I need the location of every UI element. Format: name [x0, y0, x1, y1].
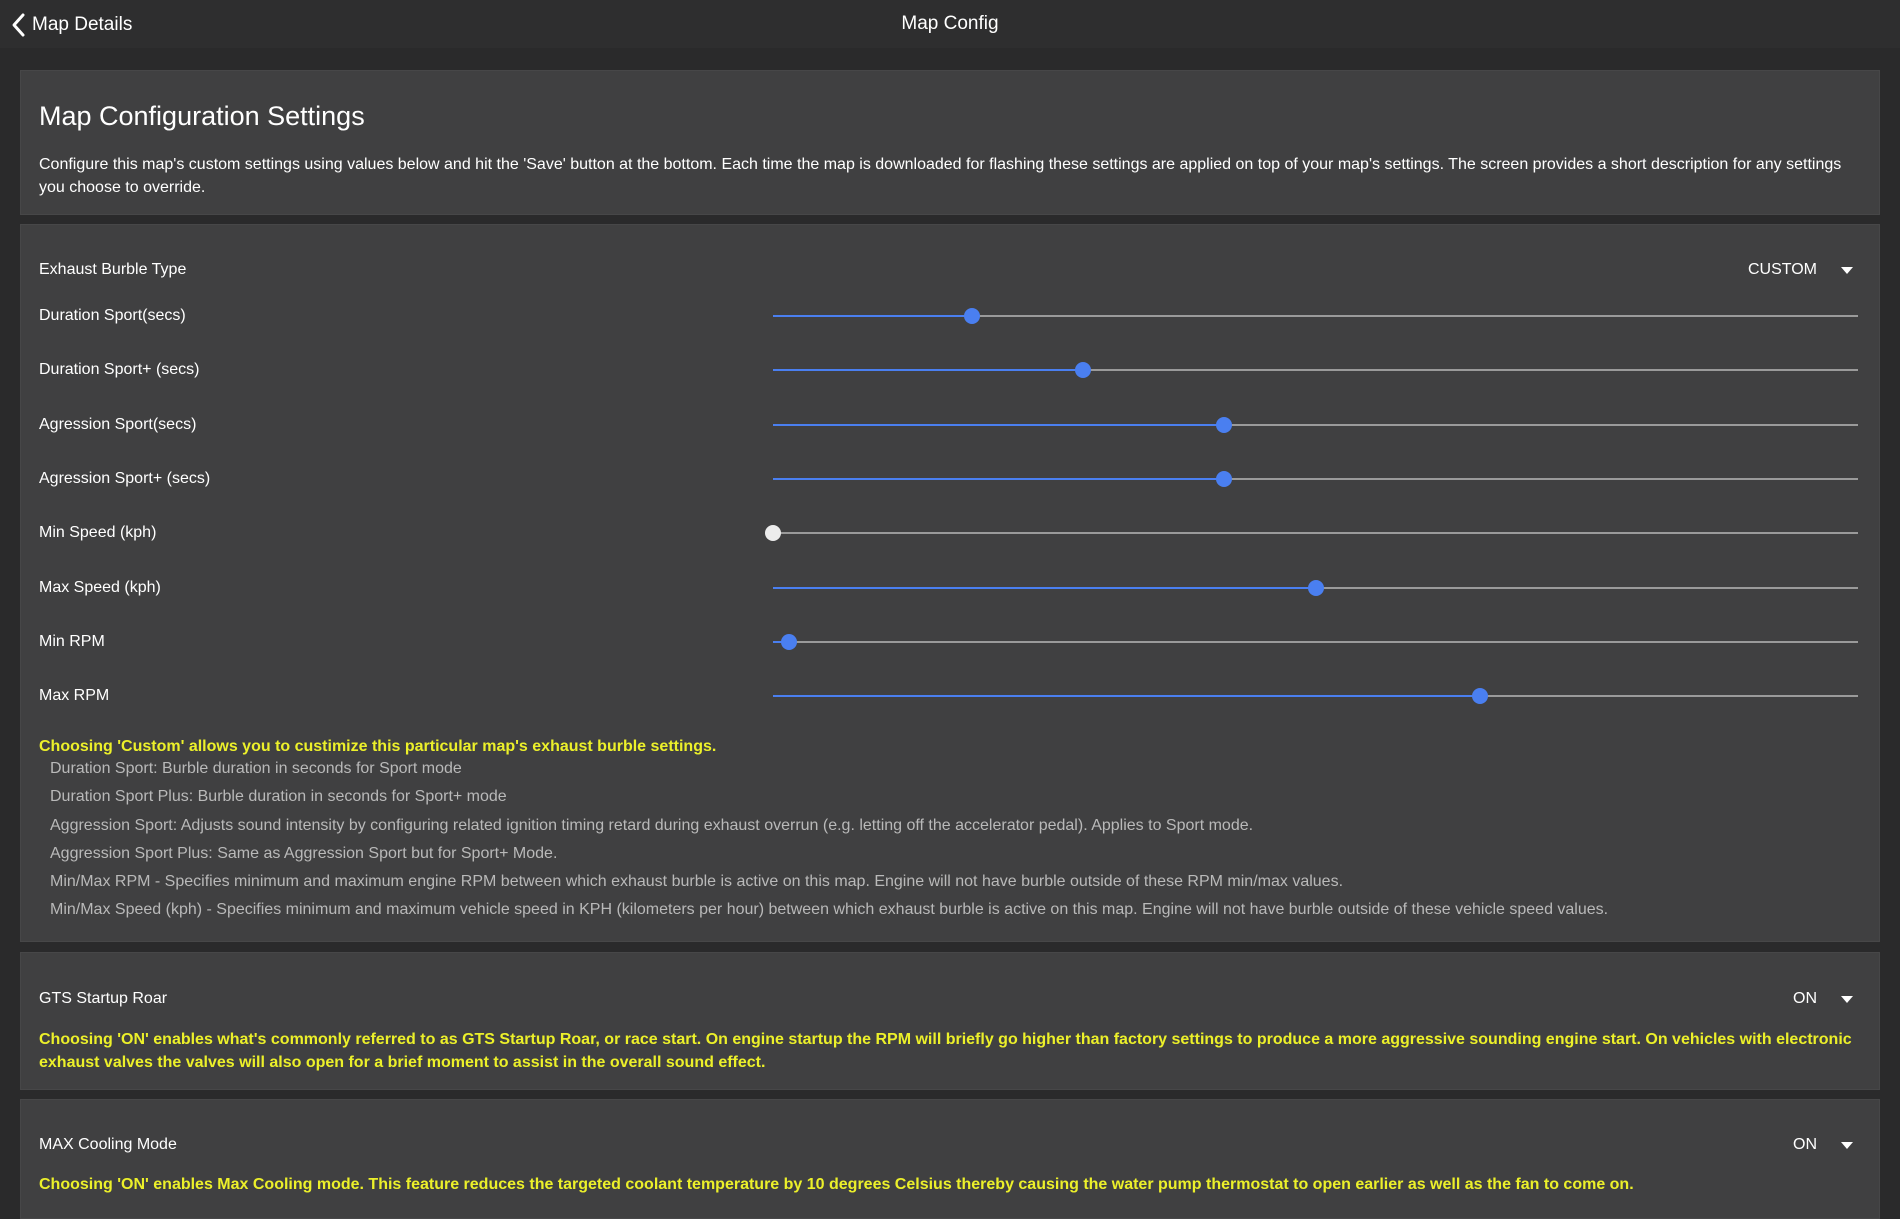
caret-down-icon — [1841, 1141, 1853, 1149]
detail-line: Duration Sport: Burble duration in secon… — [50, 760, 462, 777]
max-cooling-mode-label: MAX Cooling Mode — [39, 1136, 177, 1153]
gts-startup-roar-select[interactable]: ON — [1793, 990, 1853, 1008]
max-cooling-mode-value: ON — [1793, 1136, 1817, 1153]
exhaust-burble-type-value: CUSTOM — [1747, 261, 1817, 278]
slider-fill — [773, 315, 972, 317]
max-cooling-mode-select[interactable]: ON — [1793, 1136, 1853, 1154]
slider-thumb[interactable] — [963, 308, 980, 324]
detail-line: Aggression Sport: Adjusts sound intensit… — [50, 816, 1254, 834]
slider-thumb[interactable] — [1307, 579, 1324, 596]
slider[interactable] — [773, 415, 1858, 435]
slider-label: Min RPM — [39, 632, 105, 650]
slider-thumb[interactable] — [1075, 362, 1092, 379]
slider-track — [773, 532, 1858, 535]
slider-fill — [773, 477, 1225, 480]
slider[interactable] — [773, 578, 1858, 598]
burble-details: Duration Sport: Burble duration in secon… — [50, 755, 1850, 925]
slider-track — [773, 640, 1858, 643]
slider[interactable] — [773, 469, 1858, 489]
max-cooling-mode-card: MAX Cooling Mode ON Choosing 'ON' enable… — [20, 1099, 1880, 1219]
slider-fill — [773, 423, 1225, 426]
detail-line: Min/Max RPM - Specifies minimum and maxi… — [50, 873, 1344, 891]
max-cooling-mode-note: Choosing 'ON' enables Max Cooling mode. … — [39, 1176, 1634, 1193]
slider-thumb[interactable] — [1472, 688, 1489, 705]
detail-line: Aggression Sport Plus: Same as Aggressio… — [50, 844, 558, 862]
top-bar: Map Details Map Config — [0, 0, 1900, 48]
gts-startup-roar-card: GTS Startup Roar ON Choosing 'ON' enable… — [20, 952, 1880, 1090]
slider[interactable] — [773, 306, 1858, 326]
caret-down-icon — [1841, 995, 1853, 1003]
slider-thumb[interactable] — [765, 525, 781, 542]
intro-card: Map Configuration Settings Configure thi… — [20, 70, 1880, 215]
gts-startup-roar-value: ON — [1793, 990, 1817, 1007]
section-description: Configure this map's custom settings usi… — [39, 156, 1842, 196]
section-heading: Map Configuration Settings — [39, 101, 365, 131]
slider-thumb[interactable] — [1216, 416, 1233, 433]
gts-startup-roar-label: GTS Startup Roar — [39, 990, 168, 1007]
slider-label: Duration Sport+ (secs) — [39, 361, 200, 379]
slider-label: Agression Sport(secs) — [39, 415, 197, 433]
slider-label: Min Speed (kph) — [39, 524, 157, 542]
detail-line: Min/Max Speed (kph) - Specifies minimum … — [50, 901, 1609, 919]
caret-down-icon — [1841, 266, 1853, 274]
slider-fill — [773, 369, 1084, 372]
slider-thumb[interactable] — [781, 633, 798, 650]
slider-label: Max Speed (kph) — [39, 578, 161, 596]
slider-thumb[interactable] — [1216, 470, 1233, 487]
slider-label: Max RPM — [39, 687, 110, 705]
gts-startup-roar-note: Choosing 'ON' enables what's commonly re… — [39, 1031, 1852, 1071]
exhaust-burble-type-label: Exhaust Burble Type — [39, 261, 187, 278]
slider[interactable] — [773, 360, 1858, 380]
slider[interactable] — [765, 523, 1858, 543]
slider[interactable] — [773, 632, 1858, 652]
page-title: Map Config — [901, 13, 999, 34]
exhaust-burble-type-select[interactable]: CUSTOM — [1748, 261, 1853, 279]
slider-label: Agression Sport+ (secs) — [39, 469, 211, 487]
detail-line: Duration Sport Plus: Burble duration in … — [50, 788, 507, 806]
slider-fill — [773, 695, 1481, 698]
slider-label: Duration Sport(secs) — [39, 307, 186, 324]
exhaust-burble-card: Exhaust Burble Type CUSTOM Duration Spor… — [20, 224, 1880, 942]
slider[interactable] — [773, 686, 1858, 706]
slider-fill — [773, 586, 1316, 589]
